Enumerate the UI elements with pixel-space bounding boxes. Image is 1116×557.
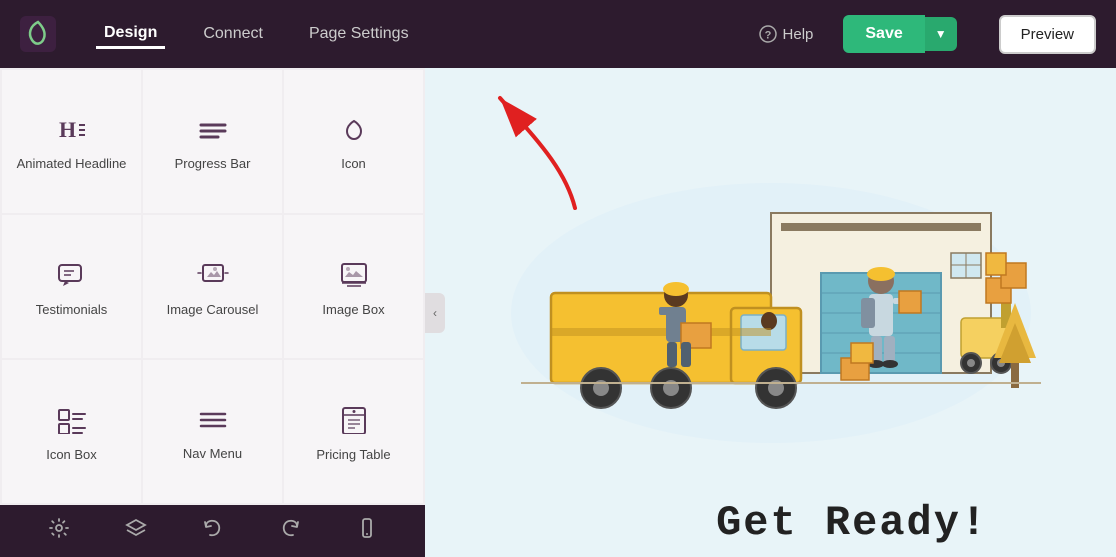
help-button[interactable]: ? Help (759, 25, 814, 43)
icon-widget-icon (340, 117, 368, 148)
widget-icon[interactable]: Icon (284, 70, 423, 213)
delivery-scene (491, 173, 1051, 453)
logo-icon (20, 16, 56, 52)
widget-icon-box-label: Icon Box (46, 447, 97, 464)
illustration-area: Get Ready! (425, 68, 1116, 557)
settings-icon[interactable] (48, 517, 70, 545)
widget-pricing-table-label: Pricing Table (316, 447, 390, 464)
layers-icon[interactable] (125, 517, 147, 545)
save-dropdown-button[interactable]: ▼ (925, 17, 957, 51)
widget-icon-label: Icon (341, 156, 366, 173)
svg-text:?: ? (764, 30, 771, 42)
undo-icon[interactable] (202, 517, 224, 545)
progress-bar-icon (198, 117, 228, 148)
left-panel: H Animated Headline Prog (0, 68, 425, 557)
right-content: ‹ (425, 68, 1116, 557)
mobile-icon[interactable] (356, 517, 378, 545)
widget-image-box[interactable]: Image Box (284, 215, 423, 358)
widget-image-box-label: Image Box (322, 302, 384, 319)
widget-animated-headline-label: Animated Headline (17, 156, 127, 173)
widget-testimonials-label: Testimonials (36, 302, 108, 319)
image-box-icon (339, 261, 369, 294)
help-label: Help (783, 26, 814, 43)
main-area: H Animated Headline Prog (0, 68, 1116, 557)
widget-animated-headline[interactable]: H Animated Headline (2, 70, 141, 213)
widget-nav-menu-label: Nav Menu (183, 446, 242, 463)
preview-button[interactable]: Preview (999, 15, 1096, 54)
get-ready-text: Get Ready! (716, 499, 988, 547)
widget-image-carousel-label: Image Carousel (167, 302, 259, 319)
icon-box-icon (57, 406, 87, 439)
widget-progress-bar-label: Progress Bar (175, 156, 251, 173)
animated-headline-icon: H (57, 117, 87, 148)
redo-icon[interactable] (279, 517, 301, 545)
panel-collapse-button[interactable]: ‹ (425, 293, 445, 333)
widget-pricing-table[interactable]: Pricing Table (284, 360, 423, 503)
save-button[interactable]: Save (843, 15, 924, 53)
widget-nav-menu[interactable]: Nav Menu (143, 360, 282, 503)
testimonials-icon (57, 261, 87, 294)
bottom-toolbar (0, 505, 425, 557)
widget-testimonials[interactable]: Testimonials (2, 215, 141, 358)
widgets-grid: H Animated Headline Prog (0, 68, 425, 505)
help-circle-icon: ? (759, 25, 777, 43)
pricing-table-icon (339, 406, 369, 439)
top-nav: Design Connect Page Settings ? Help Save… (0, 0, 1116, 68)
widget-image-carousel[interactable]: Image Carousel (143, 215, 282, 358)
nav-tab-page-settings[interactable]: Page Settings (301, 21, 417, 47)
widget-icon-box[interactable]: Icon Box (2, 360, 141, 503)
nav-tab-design[interactable]: Design (96, 20, 165, 49)
nav-tab-connect[interactable]: Connect (195, 21, 271, 47)
image-carousel-icon (197, 261, 229, 294)
nav-menu-icon (198, 407, 228, 438)
svg-text:H: H (59, 117, 76, 142)
save-group: Save ▼ (843, 15, 956, 53)
widget-progress-bar[interactable]: Progress Bar (143, 70, 282, 213)
